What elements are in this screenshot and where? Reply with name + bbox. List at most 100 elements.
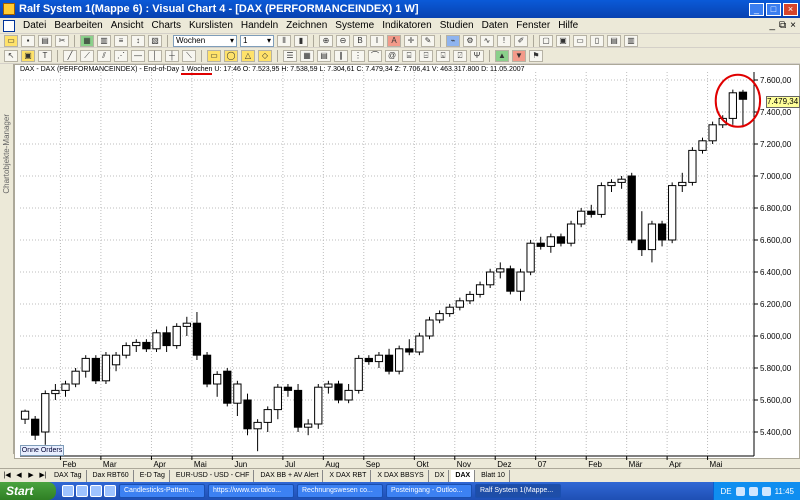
window-cascade-icon[interactable]: ▣ (556, 34, 570, 47)
period-select[interactable]: Wochen (173, 34, 237, 47)
sheet-tab-dx[interactable]: DX (431, 469, 450, 482)
task-candlesticks[interactable]: Candlesticks-Pattern... (119, 484, 205, 498)
flag-icon[interactable]: ⚑ (529, 49, 543, 62)
task-rechnungswesen[interactable]: Rechnungswesen co... (297, 484, 383, 498)
mdi-minimize-button[interactable]: _ (769, 20, 775, 31)
menu-studien[interactable]: Studien (436, 20, 478, 31)
spiral-icon[interactable]: @ (385, 49, 399, 62)
menu-hilfe[interactable]: Hilfe (554, 20, 582, 31)
sheet-tab-dax-tag[interactable]: DAX Tag (50, 469, 87, 482)
prev-sheet-icon[interactable]: ◀ (14, 471, 24, 481)
cursor-icon[interactable]: ↖ (4, 49, 18, 62)
window-close-all-icon[interactable]: ▥ (624, 34, 638, 47)
window-tile-icon[interactable]: ▢ (539, 34, 553, 47)
window-titlebar[interactable]: Ralf System 1(Mappe 6) : Visual Chart 4 … (0, 0, 800, 18)
open-folder-icon[interactable]: ▭ (4, 34, 18, 47)
menu-ansicht[interactable]: Ansicht (107, 20, 148, 31)
print-icon[interactable]: ▤ (38, 34, 52, 47)
zoom-in-icon[interactable]: ⊕ (319, 34, 333, 47)
menu-charts[interactable]: Charts (148, 20, 185, 31)
first-sheet-icon[interactable]: |◀ (2, 471, 12, 481)
menu-handeln[interactable]: Handeln (237, 20, 282, 31)
sheet-tab-eur-usd[interactable]: EUR-USD - USD - CHF (172, 469, 255, 482)
alert-icon[interactable]: ! (497, 34, 511, 47)
cycle-icon[interactable]: ∥ (334, 49, 348, 62)
onne-orders-button[interactable]: Onne Orders (20, 445, 64, 456)
regression-icon[interactable]: ▤ (317, 49, 331, 62)
window-new-icon[interactable]: ▤ (607, 34, 621, 47)
quick-launch-mail-icon[interactable] (90, 485, 102, 497)
diamond-icon[interactable]: ◇ (258, 49, 272, 62)
zoom-out-icon[interactable]: ⊖ (336, 34, 350, 47)
sheet-tab-x-dax-rbt[interactable]: X DAX RBT (325, 469, 372, 482)
table-icon[interactable]: ▧ (148, 34, 162, 47)
task-outlook[interactable]: Posteingang - Outloo... (386, 484, 472, 498)
document-icon[interactable] (3, 19, 15, 32)
speed-lines-icon[interactable]: ⋮ (351, 49, 365, 62)
study-icon[interactable]: ∿ (480, 34, 494, 47)
window-vertical-icon[interactable]: ▯ (590, 34, 604, 47)
last-sheet-icon[interactable]: ▶| (38, 471, 48, 481)
language-indicator[interactable]: DE (720, 487, 731, 496)
grid-icon[interactable]: ▦ (80, 34, 94, 47)
sheet-tab-x-dax-bbsys[interactable]: X DAX BBSYS (373, 469, 429, 482)
volume-icon[interactable] (748, 486, 758, 496)
candlestick-chart[interactable]: 5.400,00 5.600,00 5.800,00 6.000,00 6.200,00… (14, 64, 800, 468)
trendline-icon[interactable]: ╱ (63, 49, 77, 62)
expansion-icon[interactable]: ⌺ (436, 49, 450, 62)
sort-icon[interactable]: ↕ (131, 34, 145, 47)
ray-icon[interactable]: ⟋ (80, 49, 94, 62)
quick-launch-browser-icon[interactable] (76, 485, 88, 497)
retracement-icon[interactable]: ⌹ (419, 49, 433, 62)
paint-icon[interactable]: ✎ (421, 34, 435, 47)
task-cortalco[interactable]: https://www.cortalco... (208, 484, 294, 498)
projection-icon[interactable]: ⍁ (453, 49, 467, 62)
sheet-tab-blatt-10[interactable]: Blatt 10 (477, 469, 510, 482)
andrews-icon[interactable]: Ψ (470, 49, 484, 62)
menu-bearbeiten[interactable]: Bearbeiten (50, 20, 106, 31)
crosshair-icon[interactable]: ✛ (404, 34, 418, 47)
italic-icon[interactable]: I (370, 34, 384, 47)
menu-fenster[interactable]: Fenster (512, 20, 554, 31)
time-zones-icon[interactable]: ⌸ (402, 49, 416, 62)
candle-type-icon[interactable]: ▮ (294, 34, 308, 47)
chart-icon[interactable]: ▥ (97, 34, 111, 47)
menu-daten[interactable]: Daten (478, 20, 513, 31)
fan-icon[interactable]: ⋰ (114, 49, 128, 62)
save-icon[interactable]: ▪ (21, 34, 35, 47)
network-icon[interactable] (735, 486, 745, 496)
menu-kurslisten[interactable]: Kurslisten (185, 20, 237, 31)
bar-type-icon[interactable]: ⫴ (277, 34, 291, 47)
fibonacci-icon[interactable]: ☰ (283, 49, 297, 62)
system-icon[interactable]: ⚙ (463, 34, 477, 47)
object-manager-tab[interactable]: Chartobjekte-Manager (0, 64, 14, 454)
ellipse-icon[interactable]: ◯ (224, 49, 238, 62)
cut-icon[interactable]: ✂ (55, 34, 69, 47)
pen-icon[interactable]: ✐ (514, 34, 528, 47)
diagonal-icon[interactable]: ⟍ (182, 49, 196, 62)
buy-icon[interactable]: ▲ (495, 49, 509, 62)
sheet-tab-dax-bb-av[interactable]: DAX BB + AV Alert (256, 469, 324, 482)
window-horizontal-icon[interactable]: ▭ (573, 34, 587, 47)
quick-launch-app-icon[interactable] (104, 485, 116, 497)
menu-datei[interactable]: Datei (19, 20, 50, 31)
text-icon[interactable]: T (38, 49, 52, 62)
quick-launch-desktop-icon[interactable] (62, 485, 74, 497)
object-manager-icon[interactable]: ▣ (21, 49, 35, 62)
arc-icon[interactable]: ⌒ (368, 49, 382, 62)
gann-icon[interactable]: ▦ (300, 49, 314, 62)
maximize-button[interactable]: □ (766, 2, 781, 16)
menu-indikatoren[interactable]: Indikatoren (378, 20, 435, 31)
list-icon[interactable]: ≡ (114, 34, 128, 47)
mdi-restore-button[interactable]: ⧉ (779, 20, 786, 31)
sheet-tab-dax[interactable]: DAX (451, 469, 476, 482)
menu-systeme[interactable]: Systeme (331, 20, 378, 31)
sheet-tab-ed-tag[interactable]: E-D Tag (136, 469, 170, 482)
font-color-icon[interactable]: A (387, 34, 401, 47)
sheet-tab-dax-rbt60[interactable]: Dax RBT60 (89, 469, 134, 482)
start-button[interactable]: Start (0, 482, 56, 500)
vertical-line-icon[interactable]: │ (148, 49, 162, 62)
horizontal-line-icon[interactable]: — (131, 49, 145, 62)
sell-icon[interactable]: ▼ (512, 49, 526, 62)
bold-icon[interactable]: B (353, 34, 367, 47)
